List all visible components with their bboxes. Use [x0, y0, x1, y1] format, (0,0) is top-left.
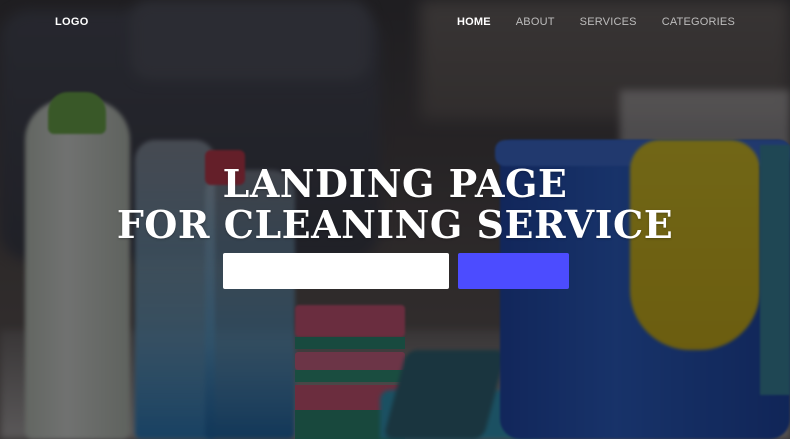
logo[interactable]: LOGO — [55, 16, 89, 28]
title-line-1: LANDING PAGE — [222, 161, 568, 207]
page-title: LANDING PAGE FOR CLEANING SERVICE — [0, 163, 790, 245]
title-line-2: FOR CLEANING SERVICE — [116, 202, 674, 248]
nav-menu: HOME ABOUT SERVICES CATEGORIES — [457, 16, 735, 28]
nav-item-about[interactable]: ABOUT — [516, 16, 555, 28]
top-navigation: LOGO HOME ABOUT SERVICES CATEGORIES — [0, 0, 790, 46]
email-input[interactable] — [223, 253, 449, 289]
nav-item-categories[interactable]: CATEGORIES — [662, 16, 735, 28]
nav-item-services[interactable]: SERVICES — [580, 16, 637, 28]
submit-button[interactable] — [458, 253, 569, 289]
nav-item-home[interactable]: HOME — [457, 16, 491, 28]
